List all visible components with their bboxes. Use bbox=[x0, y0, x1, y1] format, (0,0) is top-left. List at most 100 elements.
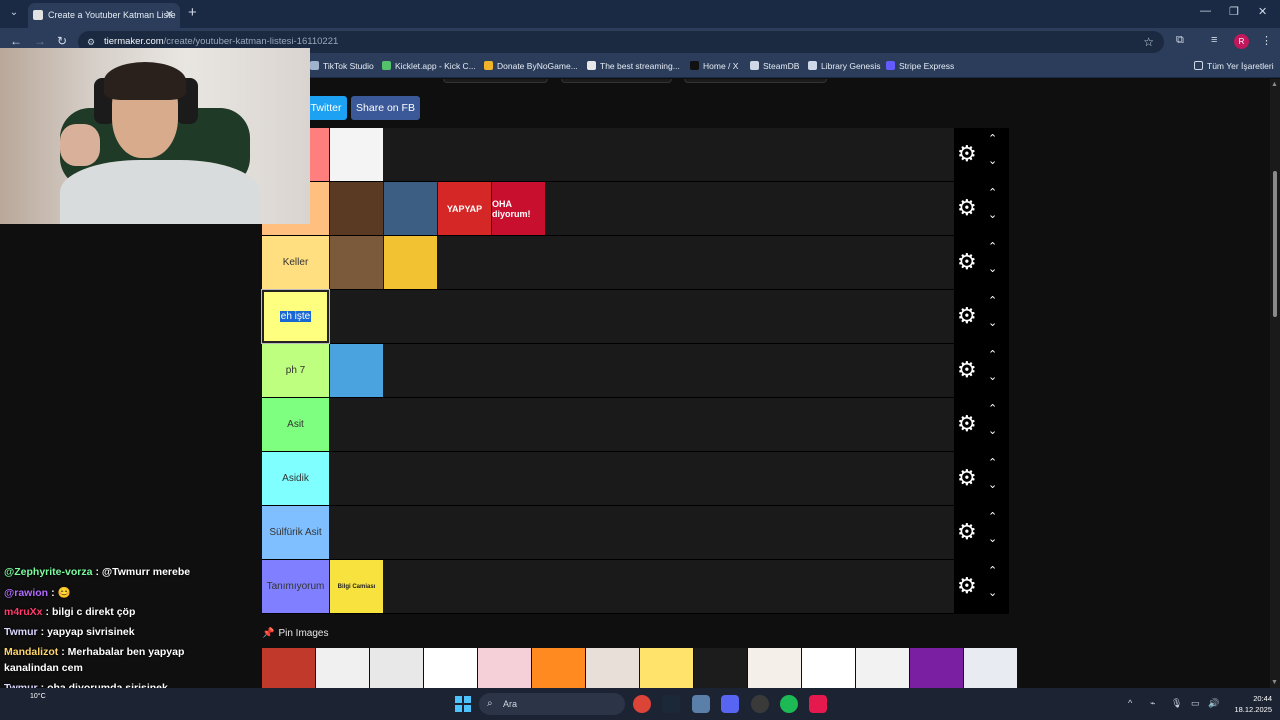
settings-gear-icon[interactable]: ⚙ bbox=[957, 520, 977, 544]
tier-item-image[interactable] bbox=[330, 128, 383, 181]
extensions-icon[interactable]: ⧉ bbox=[1176, 34, 1184, 47]
settings-gear-icon[interactable]: ⚙ bbox=[957, 574, 977, 598]
tier-item-image[interactable] bbox=[384, 182, 437, 235]
settings-gear-icon[interactable]: ⚙ bbox=[957, 250, 977, 274]
top-control[interactable] bbox=[561, 79, 672, 83]
pool-image[interactable] bbox=[910, 648, 963, 688]
start-button-icon[interactable] bbox=[455, 696, 471, 712]
move-down-icon[interactable]: ⌄ bbox=[988, 370, 997, 383]
pool-image[interactable] bbox=[694, 648, 747, 688]
microphone-icon[interactable]: 🎙 bbox=[1171, 698, 1182, 709]
settings-gear-icon[interactable]: ⚙ bbox=[957, 412, 977, 436]
spotify-icon[interactable] bbox=[780, 695, 798, 713]
settings-gear-icon[interactable]: ⚙ bbox=[957, 196, 977, 220]
window-close-icon[interactable]: ✕ bbox=[1258, 5, 1267, 18]
bookmark-stripe[interactable]: Stripe Express bbox=[886, 61, 954, 71]
chrome-menu-icon[interactable]: ⋮ bbox=[1261, 34, 1272, 47]
move-down-icon[interactable]: ⌄ bbox=[988, 478, 997, 491]
move-down-icon[interactable]: ⌄ bbox=[988, 154, 997, 167]
move-up-icon[interactable]: ⌃ bbox=[988, 294, 997, 307]
network-icon[interactable]: ⌁ bbox=[1150, 698, 1155, 709]
pool-image[interactable] bbox=[478, 648, 531, 688]
forward-icon[interactable]: → bbox=[34, 34, 46, 48]
restore-icon[interactable]: ❐ bbox=[1229, 5, 1239, 18]
move-down-icon[interactable]: ⌄ bbox=[988, 208, 997, 221]
pin-images-toggle[interactable]: 📌 Pin Images bbox=[262, 628, 328, 639]
pool-image[interactable] bbox=[640, 648, 693, 688]
tier-label[interactable]: Keller bbox=[262, 236, 329, 289]
bookmark-star-icon[interactable]: ☆ bbox=[1143, 31, 1154, 53]
tiktok-live-icon[interactable] bbox=[809, 695, 827, 713]
pool-image[interactable] bbox=[424, 648, 477, 688]
tab-close-icon[interactable]: ✕ bbox=[165, 3, 174, 28]
pool-image[interactable] bbox=[748, 648, 801, 688]
share-twitter-button[interactable]: Twitter bbox=[305, 96, 347, 120]
move-down-icon[interactable]: ⌄ bbox=[988, 424, 997, 437]
tier-label[interactable]: Asidik bbox=[262, 452, 329, 505]
move-down-icon[interactable]: ⌄ bbox=[988, 532, 997, 545]
move-up-icon[interactable]: ⌃ bbox=[988, 564, 997, 577]
bookmark-streaming[interactable]: The best streaming... bbox=[587, 61, 680, 71]
top-control[interactable] bbox=[684, 79, 827, 83]
tier-item-image[interactable] bbox=[330, 182, 383, 235]
tier-item-image[interactable]: Bilgi Camiası bbox=[330, 560, 383, 613]
bookmark-library-genesis[interactable]: Library Genesis bbox=[808, 61, 881, 71]
move-up-icon[interactable]: ⌃ bbox=[988, 186, 997, 199]
back-icon[interactable]: ← bbox=[10, 34, 22, 48]
top-control[interactable] bbox=[443, 79, 548, 83]
move-down-icon[interactable]: ⌄ bbox=[988, 262, 997, 275]
pool-image[interactable] bbox=[262, 648, 315, 688]
bookmark-bynogame[interactable]: Donate ByNoGame... bbox=[484, 61, 578, 71]
bookmark-steamdb[interactable]: SteamDB bbox=[750, 61, 799, 71]
share-facebook-button[interactable]: Share on FB bbox=[351, 96, 420, 120]
taskbar-search[interactable]: ⌕ Ara bbox=[479, 693, 625, 715]
tier-item-image[interactable] bbox=[330, 236, 383, 289]
tier-label[interactable]: ph 7 bbox=[262, 344, 329, 397]
tier-item-image[interactable]: YAPYAP bbox=[438, 182, 491, 235]
move-up-icon[interactable]: ⌃ bbox=[988, 510, 997, 523]
chrome-icon[interactable] bbox=[633, 695, 651, 713]
settings-gear-icon[interactable]: ⚙ bbox=[957, 466, 977, 490]
move-up-icon[interactable]: ⌃ bbox=[988, 240, 997, 253]
move-down-icon[interactable]: ⌄ bbox=[988, 316, 997, 329]
app-icon[interactable] bbox=[692, 695, 710, 713]
move-up-icon[interactable]: ⌃ bbox=[988, 132, 997, 145]
pool-image[interactable] bbox=[370, 648, 423, 688]
profile-avatar[interactable]: R bbox=[1234, 34, 1249, 49]
pool-image[interactable] bbox=[532, 648, 585, 688]
move-down-icon[interactable]: ⌄ bbox=[988, 586, 997, 599]
tier-item-image[interactable] bbox=[330, 344, 383, 397]
tab-search-icon[interactable]: ⌄ bbox=[6, 5, 22, 21]
bookmark-tiktok-studio[interactable]: TikTok Studio bbox=[310, 61, 374, 71]
minimize-icon[interactable]: — bbox=[1200, 5, 1211, 17]
bookmark-kicklet[interactable]: Kicklet.app - Kick C... bbox=[382, 61, 476, 71]
reload-icon[interactable]: ↻ bbox=[57, 34, 67, 48]
scroll-up-icon[interactable]: ▲ bbox=[1271, 81, 1278, 88]
all-bookmarks[interactable]: Tüm Yer İşaretleri bbox=[1194, 61, 1274, 71]
pool-image[interactable] bbox=[802, 648, 855, 688]
tier-item-image[interactable]: OHA diyorum! bbox=[492, 182, 545, 235]
steam-icon[interactable] bbox=[662, 695, 680, 713]
move-up-icon[interactable]: ⌃ bbox=[988, 402, 997, 415]
scrollbar-thumb[interactable] bbox=[1273, 171, 1277, 317]
scroll-down-icon[interactable]: ▼ bbox=[1271, 679, 1278, 686]
pool-image[interactable] bbox=[964, 648, 1017, 688]
pool-image[interactable] bbox=[856, 648, 909, 688]
discord-icon[interactable] bbox=[721, 695, 739, 713]
settings-gear-icon[interactable]: ⚙ bbox=[957, 358, 977, 382]
move-up-icon[interactable]: ⌃ bbox=[988, 456, 997, 469]
tier-item-image[interactable] bbox=[384, 236, 437, 289]
page-scrollbar[interactable]: ▲ ▼ bbox=[1270, 79, 1280, 688]
pool-image[interactable] bbox=[586, 648, 639, 688]
tray-chevron-icon[interactable]: ^ bbox=[1128, 698, 1132, 708]
media-control-icon[interactable]: ≡ bbox=[1211, 34, 1217, 46]
tier-label[interactable]: Asit bbox=[262, 398, 329, 451]
tier-label[interactable]: Sülfürik Asit bbox=[262, 506, 329, 559]
tier-label[interactable]: eh işte bbox=[261, 289, 330, 344]
obs-icon[interactable] bbox=[751, 695, 769, 713]
volume-icon[interactable]: 🔊 bbox=[1208, 698, 1219, 709]
tier-label[interactable]: Tanımıyorum bbox=[262, 560, 329, 613]
tab-active[interactable]: Create a Youtuber Katman Liste ✕ bbox=[28, 3, 180, 28]
new-tab-icon[interactable]: + bbox=[188, 4, 197, 21]
settings-gear-icon[interactable]: ⚙ bbox=[957, 304, 977, 328]
